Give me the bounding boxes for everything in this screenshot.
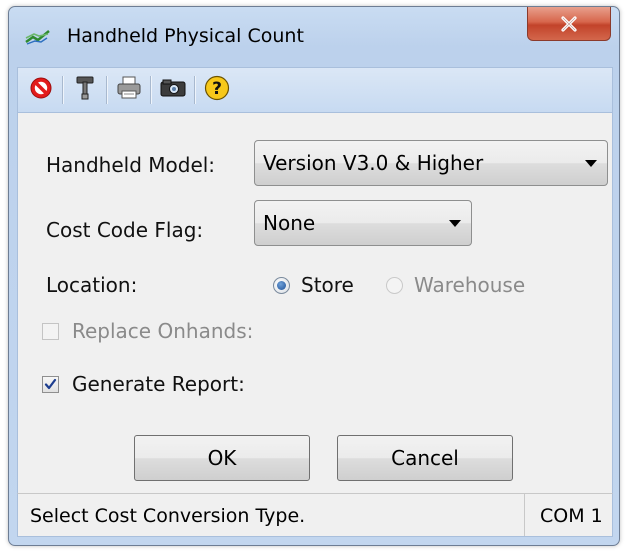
camera-button[interactable] (158, 73, 188, 107)
handheld-model-dropdown[interactable]: Version V3.0 & Higher (254, 140, 608, 186)
tools-icon (74, 75, 96, 105)
location-label: Location: (46, 273, 138, 297)
chevron-down-icon (449, 220, 461, 227)
cost-code-flag-value: None (263, 211, 316, 235)
print-button[interactable] (114, 73, 144, 107)
cancel-tool-button[interactable] (26, 73, 56, 107)
cancel-button[interactable]: Cancel (337, 435, 513, 481)
status-port: COM 1 (540, 505, 603, 527)
toolbar: ? (17, 67, 613, 113)
replace-onhands-checkbox[interactable] (42, 323, 59, 340)
toolbar-separator (62, 76, 64, 104)
cost-code-flag-label: Cost Code Flag: (46, 218, 204, 242)
close-button[interactable] (527, 7, 611, 41)
toolbar-separator (194, 76, 196, 104)
app-icon (25, 28, 51, 46)
close-icon (560, 15, 578, 32)
printer-icon (116, 76, 142, 104)
ok-button[interactable]: OK (134, 435, 310, 481)
toolbar-separator (106, 76, 108, 104)
tools-button[interactable] (70, 73, 100, 107)
status-message: Select Cost Conversion Type. (30, 505, 306, 527)
dialog-body: Handheld Model: Version V3.0 & Higher Co… (17, 113, 613, 493)
location-warehouse-label: Warehouse (414, 273, 526, 297)
location-warehouse-radio[interactable] (386, 277, 403, 294)
generate-report-checkbox[interactable] (42, 376, 59, 393)
status-bar: Select Cost Conversion Type. COM 1 (17, 493, 613, 537)
camera-icon (160, 78, 186, 102)
location-store-radio[interactable] (273, 277, 290, 294)
handheld-model-label: Handheld Model: (46, 153, 216, 177)
help-icon: ? (204, 75, 230, 105)
location-store-label: Store (301, 273, 354, 297)
dialog-window: Handheld Physical Count ? Handheld Model… (8, 6, 620, 546)
cost-code-flag-dropdown[interactable]: None (254, 200, 472, 246)
svg-text:?: ? (212, 79, 222, 99)
replace-onhands-label: Replace Onhands: (72, 319, 254, 343)
toolbar-separator (150, 76, 152, 104)
radio-selected-dot (277, 281, 286, 290)
help-button[interactable]: ? (202, 73, 232, 107)
generate-report-label: Generate Report: (72, 372, 245, 396)
status-divider (524, 494, 525, 536)
title-bar[interactable]: Handheld Physical Count (9, 7, 619, 67)
cancel-icon (29, 76, 53, 104)
window-title: Handheld Physical Count (67, 25, 304, 47)
chevron-down-icon (585, 160, 597, 167)
handheld-model-value: Version V3.0 & Higher (263, 151, 484, 175)
